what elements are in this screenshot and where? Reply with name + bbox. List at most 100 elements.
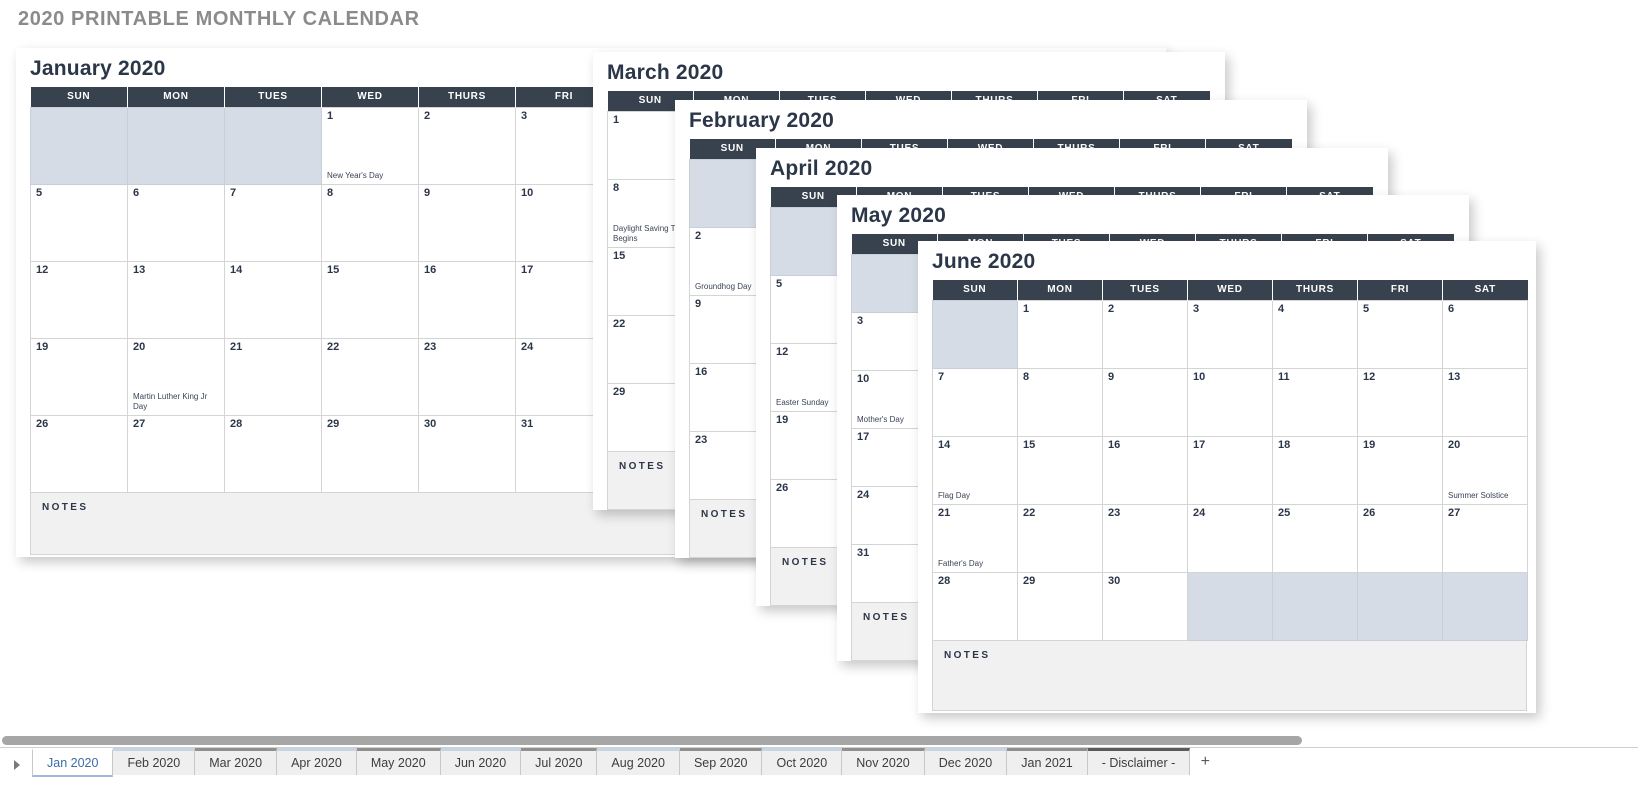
calendar-cell-day[interactable]: 13: [127, 261, 225, 339]
calendar-cell-empty[interactable]: [224, 107, 322, 185]
calendar-cell-day[interactable]: 5: [30, 184, 128, 262]
calendar-cell-empty[interactable]: [30, 107, 128, 185]
calendar-cell-day[interactable]: 4: [1272, 300, 1358, 369]
calendar-cell-day[interactable]: 1 New Year's Day: [321, 107, 419, 185]
calendar-cell-empty[interactable]: [127, 107, 225, 185]
day-number: 1: [327, 110, 334, 122]
day-number: 12: [36, 264, 49, 276]
day-number: 22: [1023, 507, 1036, 519]
horizontal-scrollbar-thumb[interactable]: [2, 736, 1302, 745]
calendar-cell-day[interactable]: 17: [1187, 436, 1273, 505]
add-sheet-button[interactable]: +: [1190, 748, 1221, 775]
weekday-header-mon: MON: [127, 87, 225, 108]
calendar-cell-empty[interactable]: [1357, 572, 1443, 641]
calendar-title-april: April 2020: [770, 157, 873, 180]
calendar-cell-day[interactable]: 29: [321, 415, 419, 493]
calendar-cell-day[interactable]: 15: [321, 261, 419, 339]
sheet-tab-apr-2020[interactable]: Apr 2020: [277, 748, 357, 775]
calendar-cell-day[interactable]: 11: [1272, 368, 1358, 437]
calendar-cell-day[interactable]: 12: [1357, 368, 1443, 437]
day-number: 10: [857, 373, 870, 385]
sheet-tab-feb-2020[interactable]: Feb 2020: [113, 748, 196, 775]
calendar-cell-day[interactable]: 3: [1187, 300, 1273, 369]
sheet-tab-aug-2020[interactable]: Aug 2020: [597, 748, 680, 775]
notes-section-june[interactable]: NOTES: [932, 641, 1527, 711]
calendar-cell-day[interactable]: 7: [224, 184, 322, 262]
calendar-cell-day[interactable]: 14 Flag Day: [932, 436, 1018, 505]
calendar-cell-day[interactable]: 10: [1187, 368, 1273, 437]
day-number: 12: [1363, 371, 1376, 383]
calendar-title-march: March 2020: [607, 61, 724, 84]
calendar-cell-day[interactable]: 30: [418, 415, 516, 493]
calendar-cell-day[interactable]: 9: [418, 184, 516, 262]
calendar-cell-day[interactable]: 6: [127, 184, 225, 262]
calendar-cell-day[interactable]: 16: [1102, 436, 1188, 505]
calendar-cell-day[interactable]: 28: [932, 572, 1018, 641]
calendar-cell-day[interactable]: 21: [224, 338, 322, 416]
calendar-cell-day[interactable]: 27: [127, 415, 225, 493]
calendar-cell-day[interactable]: 23: [418, 338, 516, 416]
calendar-cell-day[interactable]: 26: [30, 415, 128, 493]
calendar-cell-day[interactable]: 13: [1442, 368, 1528, 437]
day-number: 23: [695, 434, 708, 446]
calendar-cell-day[interactable]: 21 Father's Day: [932, 504, 1018, 573]
calendar-cell-day[interactable]: 19: [30, 338, 128, 416]
calendar-cell-day[interactable]: 30: [1102, 572, 1188, 641]
calendar-cell-day[interactable]: 14: [224, 261, 322, 339]
calendar-cell-day[interactable]: 12: [30, 261, 128, 339]
weekday-header-tues: TUES: [1102, 280, 1188, 301]
day-number: 29: [613, 386, 626, 398]
day-number: 8: [327, 187, 334, 199]
calendar-cell-day[interactable]: 25: [1272, 504, 1358, 573]
sheet-tab-jun-2020[interactable]: Jun 2020: [440, 748, 522, 775]
calendar-cell-day[interactable]: 6: [1442, 300, 1528, 369]
calendar-cell-day[interactable]: 27: [1442, 504, 1528, 573]
calendar-cell-day[interactable]: 23: [1102, 504, 1188, 573]
calendar-cell-day[interactable]: 5: [1357, 300, 1443, 369]
calendar-cell-day[interactable]: 8: [1017, 368, 1103, 437]
calendar-cell-day[interactable]: 16: [418, 261, 516, 339]
day-number: 13: [133, 264, 146, 276]
calendar-cell-day[interactable]: 20 Martin Luther King Jr Day: [127, 338, 225, 416]
weekday-header-wed: WED: [321, 87, 419, 108]
sheet-tab-jan-2020[interactable]: Jan 2020: [32, 748, 114, 777]
sheet-tab-dec-2020[interactable]: Dec 2020: [924, 748, 1008, 775]
calendar-cell-day[interactable]: 19: [1357, 436, 1443, 505]
calendar-cell-day[interactable]: 20 Summer Solstice: [1442, 436, 1528, 505]
sheet-tab-nov-2020[interactable]: Nov 2020: [842, 748, 925, 775]
calendar-cell-day[interactable]: 28: [224, 415, 322, 493]
sheet-tab-jan-2021[interactable]: Jan 2021: [1007, 748, 1088, 775]
calendar-cell-day[interactable]: 24: [1187, 504, 1273, 573]
weekday-header-wed: WED: [1187, 280, 1273, 301]
calendar-cell-empty[interactable]: [1272, 572, 1358, 641]
day-number: 3: [521, 110, 528, 122]
calendar-cell-day[interactable]: 9: [1102, 368, 1188, 437]
sheet-tab-may-2020[interactable]: May 2020: [356, 748, 441, 775]
day-number: 30: [1108, 575, 1121, 587]
calendar-cell-day[interactable]: 2: [418, 107, 516, 185]
sheet-tab-disclaimer[interactable]: - Disclaimer -: [1087, 748, 1191, 775]
tab-scroll-right-icon[interactable]: [8, 753, 26, 777]
calendar-cell-empty[interactable]: [932, 300, 1018, 369]
weekday-header-sat: SAT: [1442, 280, 1528, 301]
day-number: 21: [230, 341, 243, 353]
sheet-tab-sep-2020[interactable]: Sep 2020: [679, 748, 763, 775]
day-number: 8: [613, 182, 620, 194]
calendar-cell-day[interactable]: 8: [321, 184, 419, 262]
calendar-cell-day[interactable]: 2: [1102, 300, 1188, 369]
sheet-tab-oct-2020[interactable]: Oct 2020: [762, 748, 843, 775]
calendar-cell-day[interactable]: 29: [1017, 572, 1103, 641]
sheet-tab-mar-2020[interactable]: Mar 2020: [195, 748, 278, 775]
calendar-cell-day[interactable]: 18: [1272, 436, 1358, 505]
calendar-cell-empty[interactable]: [1442, 572, 1528, 641]
calendar-cell-day[interactable]: 1: [1017, 300, 1103, 369]
calendar-cell-day[interactable]: 22: [321, 338, 419, 416]
sheet-tab-jul-2020[interactable]: Jul 2020: [521, 748, 598, 775]
day-number: 26: [36, 418, 49, 430]
calendar-cell-day[interactable]: 7: [932, 368, 1018, 437]
calendar-cell-day[interactable]: 26: [1357, 504, 1443, 573]
calendar-cell-empty[interactable]: [1187, 572, 1273, 641]
calendar-sheet-june[interactable]: June 2020 SUN MON TUES WED THURS FRI SAT 1 2 3 4 5 6 7…: [918, 241, 1536, 713]
calendar-cell-day[interactable]: 15: [1017, 436, 1103, 505]
calendar-cell-day[interactable]: 22: [1017, 504, 1103, 573]
